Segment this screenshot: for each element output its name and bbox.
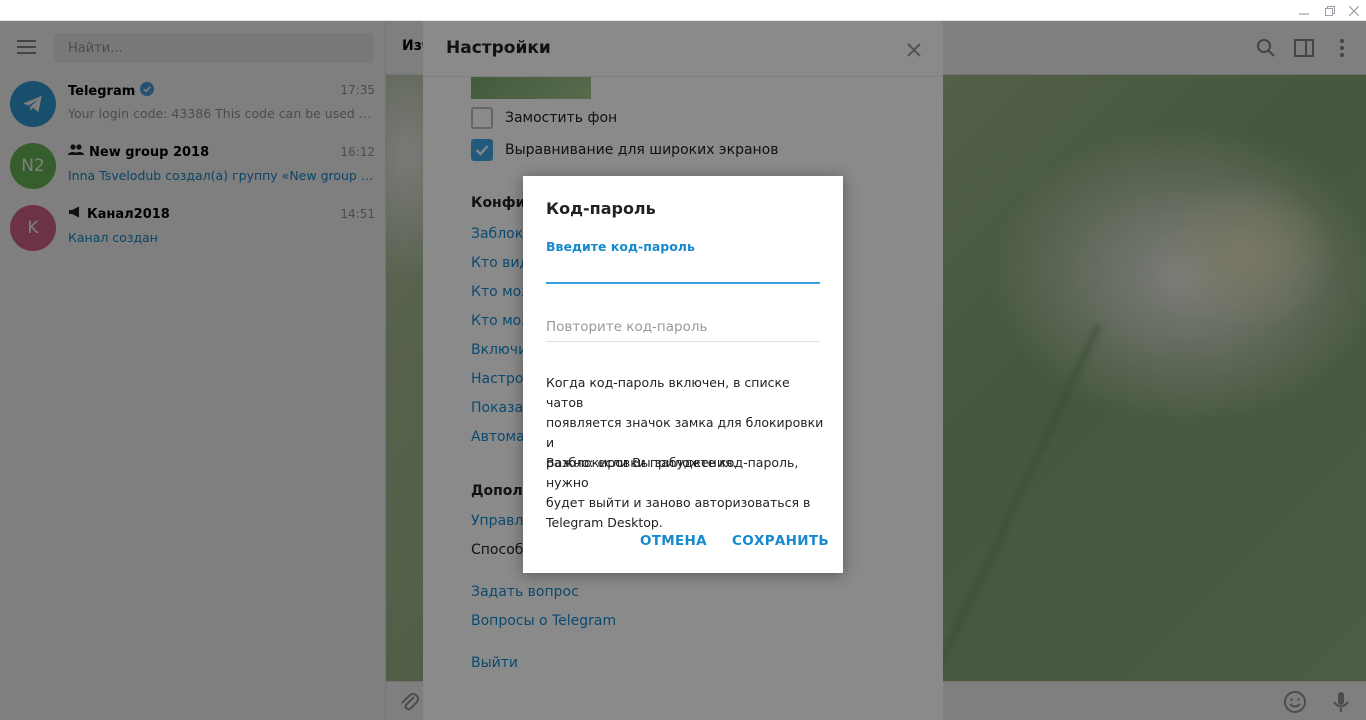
passcode-field-label: Введите код-пароль [546,239,695,254]
save-button[interactable]: СОХРАНИТЬ [732,533,829,549]
minimize-icon[interactable] [1290,0,1318,21]
passcode-warning-text: Важно: если Вы забудете код-пароль, нужн… [546,453,826,533]
passcode-input[interactable] [546,256,820,284]
close-window-icon[interactable] [1340,0,1366,21]
warning-line: Важно: если Вы забудете код-пароль, нужн… [546,455,799,490]
repeat-passcode-input[interactable] [546,312,820,342]
cancel-button[interactable]: ОТМЕНА [640,533,707,549]
warning-line: будет выйти и заново авторизоваться в [546,495,811,510]
passcode-dialog: Код-пароль Введите код-пароль Когда код-… [523,176,843,573]
info-line: Когда код-пароль включен, в списке чатов [546,375,790,410]
info-line: появляется значок замка для блокировки и [546,415,824,450]
dialog-title: Код-пароль [546,199,656,218]
warning-line: Telegram Desktop. [546,515,663,530]
window-titlebar [0,0,1366,21]
